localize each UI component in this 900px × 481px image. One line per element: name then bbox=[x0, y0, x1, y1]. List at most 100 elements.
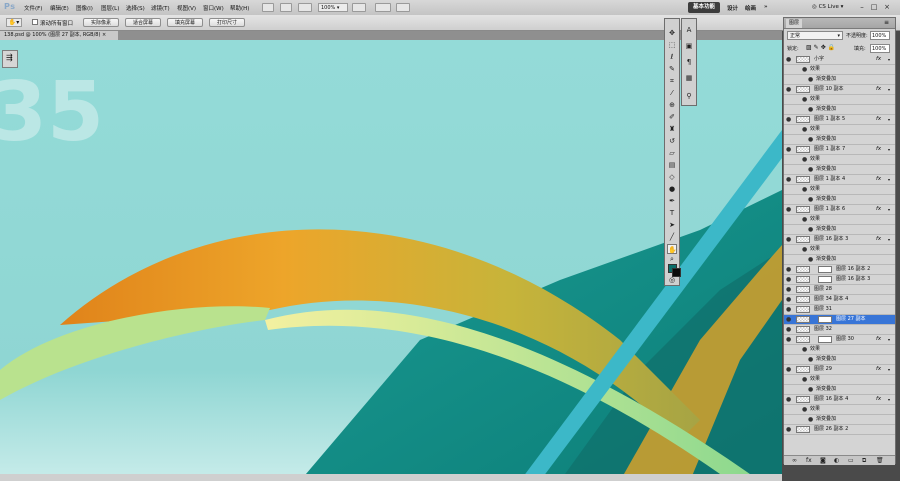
clone-stamp-tool-icon[interactable]: ♜ bbox=[667, 124, 677, 134]
visibility-eye-icon[interactable]: ● bbox=[802, 376, 807, 384]
adjustment-layer-icon[interactable]: ◐ bbox=[834, 457, 839, 464]
visibility-eye-icon[interactable]: ● bbox=[786, 286, 791, 294]
document-tab[interactable]: 138.psd @ 100% (图层 27 副本, RGB/8) × bbox=[0, 31, 118, 40]
visibility-eye-icon[interactable]: ● bbox=[786, 366, 791, 374]
mini-bridge-icon[interactable] bbox=[280, 3, 292, 12]
workspace-overflow-icon[interactable]: » bbox=[764, 4, 768, 10]
menu-image[interactable]: 图像(I) bbox=[76, 4, 93, 12]
layer-mask-thumbnail[interactable] bbox=[818, 276, 832, 283]
type-tool-icon[interactable]: T bbox=[667, 208, 677, 218]
visibility-eye-icon[interactable]: ● bbox=[786, 316, 791, 324]
layer-row[interactable]: ● 图层 28 bbox=[784, 285, 895, 295]
expand-effects-icon[interactable]: ▾ bbox=[888, 175, 890, 184]
layer-row[interactable]: ● 图层 1 副本 5 fx ▾ bbox=[784, 115, 895, 125]
blur-tool-icon[interactable]: ◇ bbox=[667, 172, 677, 182]
shape-tool-icon[interactable]: ╱ bbox=[667, 232, 677, 242]
layer-fx-icon[interactable]: fx bbox=[876, 235, 881, 244]
quick-select-tool-icon[interactable]: ✎ bbox=[667, 64, 677, 74]
layer-effects-row[interactable]: ● 效果 bbox=[784, 125, 895, 135]
zoom-select[interactable]: 100% ▾ bbox=[318, 3, 348, 12]
expand-effects-icon[interactable]: ▾ bbox=[888, 235, 890, 244]
layer-effect-row[interactable]: ● 渐变叠加 bbox=[784, 135, 895, 145]
tool-presets-panel[interactable]: ⇶ bbox=[2, 50, 18, 68]
visibility-eye-icon[interactable]: ● bbox=[808, 166, 813, 174]
visibility-eye-icon[interactable]: ● bbox=[802, 96, 807, 104]
layer-row[interactable]: ● 图层 26 副本 2 bbox=[784, 425, 895, 435]
opacity-input[interactable]: 100% bbox=[870, 31, 890, 40]
layer-fx-icon[interactable]: fx bbox=[876, 115, 881, 124]
path-select-tool-icon[interactable]: ➤ bbox=[667, 220, 677, 230]
layer-row[interactable]: ● 图层 1 副本 6 fx ▾ bbox=[784, 205, 895, 215]
fit-screen-button[interactable]: 适合屏幕 bbox=[125, 18, 161, 27]
crop-tool-icon[interactable]: ⌗ bbox=[667, 76, 677, 86]
visibility-eye-icon[interactable]: ● bbox=[808, 136, 813, 144]
swatches-panel-icon[interactable]: ▣ bbox=[684, 41, 694, 51]
expand-effects-icon[interactable]: ▾ bbox=[888, 145, 890, 154]
expand-effects-icon[interactable]: ▾ bbox=[888, 55, 890, 64]
visibility-eye-icon[interactable]: ● bbox=[786, 176, 791, 184]
link-layers-icon[interactable]: ∞ bbox=[792, 457, 797, 464]
layer-effects-row[interactable]: ● 效果 bbox=[784, 185, 895, 195]
layer-fx-icon[interactable]: fx bbox=[876, 365, 881, 374]
arrange-documents-icon[interactable] bbox=[375, 3, 391, 12]
pen-tool-icon[interactable]: ✒ bbox=[667, 196, 677, 206]
brush-panel-icon[interactable]: ⚲ bbox=[684, 91, 694, 101]
eraser-tool-icon[interactable]: ▱ bbox=[667, 148, 677, 158]
layer-fx-icon[interactable]: fx bbox=[876, 395, 881, 404]
layer-effects-row[interactable]: ● 效果 bbox=[784, 345, 895, 355]
layer-fx-icon[interactable]: fx bbox=[876, 205, 881, 214]
brush-tool-icon[interactable]: ✐ bbox=[667, 112, 677, 122]
visibility-eye-icon[interactable]: ● bbox=[808, 256, 813, 264]
expand-effects-icon[interactable]: ▾ bbox=[888, 85, 890, 94]
layer-effects-row[interactable]: ● 效果 bbox=[784, 375, 895, 385]
layer-fx-icon[interactable]: fx bbox=[876, 55, 881, 64]
layer-fx-icon[interactable]: fx bbox=[876, 175, 881, 184]
visibility-eye-icon[interactable]: ● bbox=[786, 206, 791, 214]
layer-row[interactable]: ● 图层 16 副本 2 bbox=[784, 265, 895, 275]
character-panel-icon[interactable]: A bbox=[684, 25, 694, 35]
eyedropper-tool-icon[interactable]: ⁄ bbox=[667, 88, 677, 98]
menu-layer[interactable]: 图层(L) bbox=[101, 4, 119, 12]
layer-row[interactable]: ● 图层 31 bbox=[784, 305, 895, 315]
visibility-eye-icon[interactable]: ● bbox=[786, 426, 791, 434]
layer-effect-row[interactable]: ● 渐变叠加 bbox=[784, 355, 895, 365]
new-group-icon[interactable]: ▭ bbox=[848, 457, 854, 464]
layer-mask-thumbnail[interactable] bbox=[818, 266, 832, 273]
visibility-eye-icon[interactable]: ● bbox=[786, 236, 791, 244]
close-icon[interactable]: × bbox=[883, 3, 891, 11]
fill-input[interactable]: 100% bbox=[870, 44, 890, 53]
minimize-icon[interactable]: – bbox=[858, 3, 866, 11]
hand-tool-icon[interactable]: ✋ bbox=[667, 244, 677, 254]
visibility-eye-icon[interactable]: ● bbox=[802, 186, 807, 194]
visibility-eye-icon[interactable]: ● bbox=[802, 346, 807, 354]
fill-screen-button[interactable]: 填充屏幕 bbox=[167, 18, 203, 27]
layer-row[interactable]: ● 图层 16 副本 4 fx ▾ bbox=[784, 395, 895, 405]
layer-row[interactable]: ● 图层 32 bbox=[784, 325, 895, 335]
visibility-eye-icon[interactable]: ● bbox=[786, 276, 791, 284]
layer-row[interactable]: ● 图层 16 副本 3 bbox=[784, 275, 895, 285]
scroll-all-windows-checkbox[interactable] bbox=[32, 19, 38, 25]
visibility-eye-icon[interactable]: ● bbox=[808, 226, 813, 234]
visibility-eye-icon[interactable]: ● bbox=[786, 146, 791, 154]
layer-row[interactable]: ● 图层 16 副本 3 fx ▾ bbox=[784, 235, 895, 245]
cs-live-button[interactable]: ◎ CS Live ▾ bbox=[812, 4, 843, 10]
layer-row[interactable]: ● 图层 29 fx ▾ bbox=[784, 365, 895, 375]
lock-icons[interactable]: ▨✎✥🔒 bbox=[806, 44, 837, 51]
visibility-eye-icon[interactable]: ● bbox=[808, 356, 813, 364]
visibility-eye-icon[interactable]: ● bbox=[786, 396, 791, 404]
delete-layer-icon[interactable]: 🗑 bbox=[876, 457, 884, 464]
visibility-eye-icon[interactable]: ● bbox=[786, 326, 791, 334]
layer-row[interactable]: ● 图层 1 副本 7 fx ▾ bbox=[784, 145, 895, 155]
visibility-eye-icon[interactable]: ● bbox=[802, 406, 807, 414]
new-layer-icon[interactable]: ⧉ bbox=[862, 457, 866, 464]
visibility-eye-icon[interactable]: ● bbox=[802, 216, 807, 224]
zoom-tool-icon[interactable]: ⌕ bbox=[667, 254, 677, 264]
bridge-icon[interactable] bbox=[262, 3, 274, 12]
quick-mask-icon[interactable]: ◎ bbox=[667, 275, 677, 285]
print-size-button[interactable]: 打印尺寸 bbox=[209, 18, 245, 27]
tool-presets-icon[interactable]: ⇶ bbox=[6, 54, 13, 62]
screen-mode-icon[interactable] bbox=[396, 3, 410, 12]
expand-effects-icon[interactable]: ▾ bbox=[888, 365, 890, 374]
layers-tab[interactable]: 图层 bbox=[786, 19, 802, 28]
marquee-tool-icon[interactable]: ⬚ bbox=[667, 40, 677, 50]
